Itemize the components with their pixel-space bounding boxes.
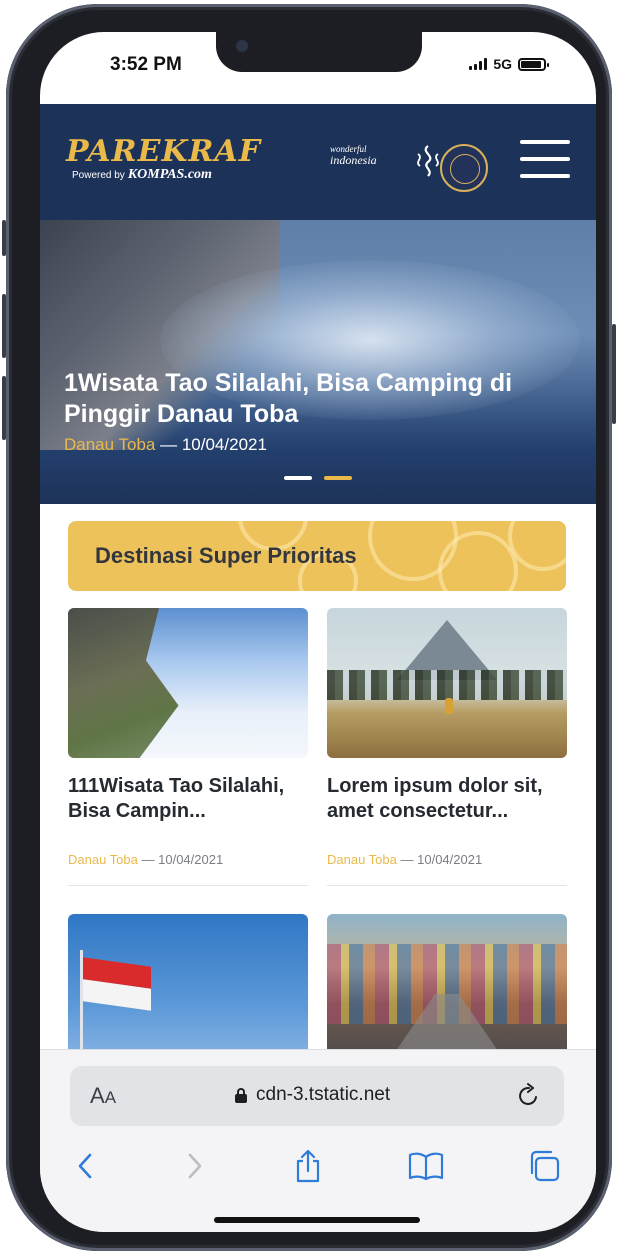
card-meta: Danau Toba — 10/04/2021 [68, 852, 308, 867]
slider-dot-2[interactable] [324, 476, 352, 480]
card-divider [327, 885, 567, 886]
card-category[interactable]: Danau Toba [68, 852, 138, 867]
hero-title[interactable]: 1Wisata Tao Silalahi, Bisa Camping di Pi… [64, 368, 564, 430]
tabs-button[interactable] [524, 1146, 564, 1186]
notch [216, 32, 422, 72]
logo-powered: Powered by [72, 170, 125, 181]
power-button [612, 324, 616, 424]
signal-icon [469, 58, 488, 70]
hero-slider[interactable]: 1Wisata Tao Silalahi, Bisa Camping di Pi… [40, 220, 596, 504]
mute-switch [2, 220, 6, 256]
phone-frame: 3:52 PM 5G PAREKRAF Powered by KOMPAS.com… [2, 4, 616, 1251]
front-camera-icon [236, 40, 248, 52]
card-title[interactable]: 111Wisata Tao Silalahi, Bisa Campin... [68, 774, 308, 824]
slider-dot-1[interactable] [284, 476, 312, 480]
card-divider [68, 885, 308, 886]
logo-brand: KOMPAS.com [127, 167, 212, 182]
back-button[interactable] [66, 1146, 106, 1186]
hamburger-menu-icon[interactable] [520, 140, 570, 178]
volume-up-button [2, 294, 6, 358]
network-type: 5G [493, 56, 512, 72]
forward-icon [188, 1153, 202, 1179]
reader-settings-button[interactable]: AA [90, 1083, 116, 1109]
article-card[interactable]: Lorem ipsum dolor sit, amet consectetur.… [327, 608, 567, 886]
phone-screen: 3:52 PM 5G PAREKRAF Powered by KOMPAS.com… [40, 32, 596, 1232]
reload-icon[interactable] [516, 1083, 542, 1109]
ministry-emblem-icon [440, 144, 488, 192]
status-indicators: 5G [469, 56, 549, 72]
back-icon [78, 1153, 92, 1179]
slider-dots [284, 476, 352, 480]
bookmarks-button[interactable] [406, 1146, 446, 1186]
parekraf-logo[interactable]: PAREKRAF Powered by KOMPAS.com [66, 134, 261, 183]
card-category[interactable]: Danau Toba [327, 852, 397, 867]
share-button[interactable] [288, 1146, 328, 1186]
hero-meta: Danau Toba — 10/04/2021 [64, 435, 267, 455]
card-date: 10/04/2021 [158, 852, 224, 867]
home-indicator [214, 1217, 420, 1223]
share-icon [296, 1149, 320, 1183]
bookmarks-icon [408, 1152, 444, 1181]
hero-date: 10/04/2021 [181, 435, 267, 454]
hero-separator: — [160, 435, 178, 454]
card-image[interactable] [68, 608, 308, 758]
navigation-toolbar [40, 1146, 596, 1196]
card-title[interactable]: Lorem ipsum dolor sit, amet consectetur.… [327, 774, 567, 824]
card-meta: Danau Toba — 10/04/2021 [327, 852, 567, 867]
card-separator: — [400, 852, 414, 867]
card-separator: — [141, 852, 155, 867]
logo-title: PAREKRAF [66, 134, 262, 169]
hero-category[interactable]: Danau Toba [64, 435, 155, 454]
section-title: Destinasi Super Prioritas [95, 543, 357, 568]
status-time: 3:52 PM [110, 54, 182, 75]
browser-toolbar: AA cdn-3.tstatic.net [40, 1049, 596, 1232]
forward-button[interactable] [174, 1146, 214, 1186]
card-date: 10/04/2021 [417, 852, 483, 867]
volume-down-button [2, 376, 6, 440]
site-header: PAREKRAF Powered by KOMPAS.com wonderful … [40, 104, 596, 220]
lock-icon [235, 1088, 247, 1103]
section-banner: Destinasi Super Prioritas [68, 521, 566, 591]
tabs-icon [530, 1150, 560, 1182]
wonderful-indonesia-logo: wonderful indonesia [330, 144, 377, 168]
logo-subtitle: Powered by KOMPAS.com [72, 167, 261, 183]
url-text[interactable]: cdn-3.tstatic.net [256, 1084, 390, 1106]
card-image[interactable] [327, 914, 567, 1064]
card-image[interactable] [327, 608, 567, 758]
article-card[interactable]: 111Wisata Tao Silalahi, Bisa Campin... D… [68, 608, 308, 886]
battery-icon [518, 57, 549, 71]
card-image[interactable] [68, 914, 308, 1064]
address-bar[interactable]: AA cdn-3.tstatic.net [70, 1066, 564, 1126]
indonesia-text: indonesia [330, 153, 377, 167]
